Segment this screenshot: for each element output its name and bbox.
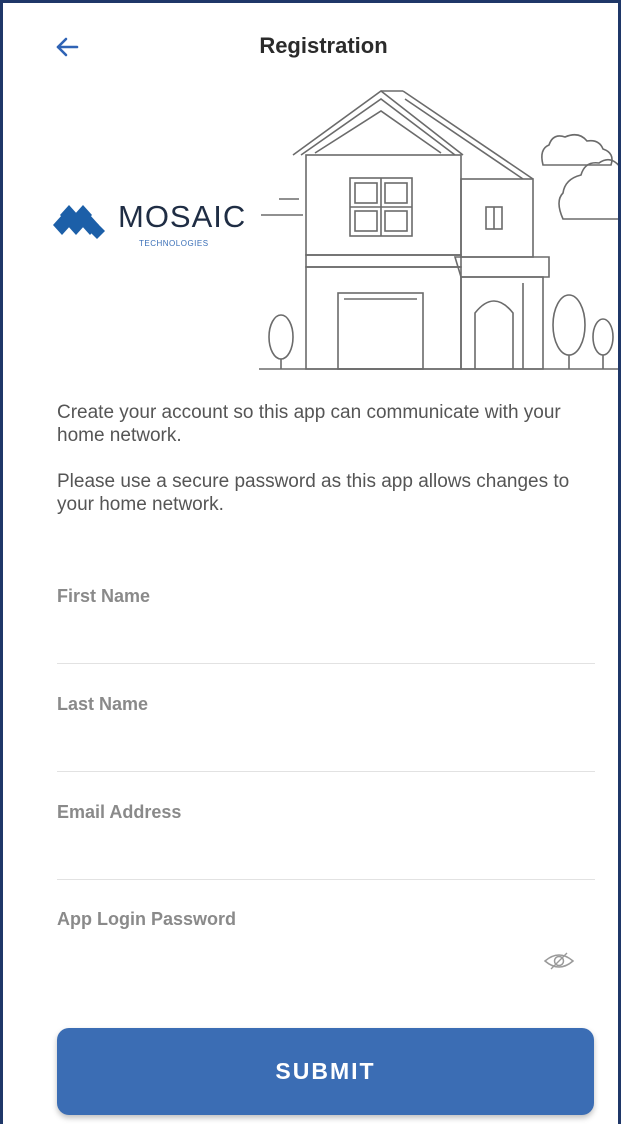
mosaic-diamonds-icon	[53, 205, 105, 239]
password-field: App Login Password	[57, 909, 595, 1017]
last-name-field: Last Name	[57, 694, 599, 802]
email-field: Email Address	[57, 802, 599, 910]
logo-subtitle: TECHNOLOGIES	[139, 239, 209, 248]
email-input[interactable]	[57, 832, 599, 874]
password-label: App Login Password	[57, 909, 237, 929]
email-underline	[57, 879, 595, 880]
password-input[interactable]	[57, 939, 531, 981]
email-label: Email Address	[57, 802, 182, 822]
intro-paragraph-1: Create your account so this app can comm…	[57, 402, 561, 446]
submit-button[interactable]: SUBMIT	[57, 1028, 594, 1115]
app-screen: Registration MOSAIC TECHNOLOGIES Create …	[0, 0, 621, 1124]
first-name-input[interactable]	[57, 616, 599, 658]
first-name-underline	[57, 663, 595, 664]
top-bar: Registration	[3, 3, 618, 93]
last-name-label: Last Name	[57, 694, 149, 714]
first-name-field: First Name	[57, 586, 599, 694]
last-name-input[interactable]	[57, 724, 599, 766]
logo-wordmark: MOSAIC	[118, 199, 247, 234]
page-title: Registration	[259, 33, 388, 58]
last-name-underline	[57, 771, 595, 772]
intro-text: Create your account so this app can comm…	[57, 401, 597, 539]
show-password-toggle[interactable]	[541, 949, 577, 973]
first-name-label: First Name	[57, 586, 151, 606]
intro-paragraph-2: Please use a secure password as this app…	[57, 471, 570, 515]
mosaic-logo: MOSAIC TECHNOLOGIES	[43, 199, 283, 259]
eye-icon	[543, 952, 575, 970]
